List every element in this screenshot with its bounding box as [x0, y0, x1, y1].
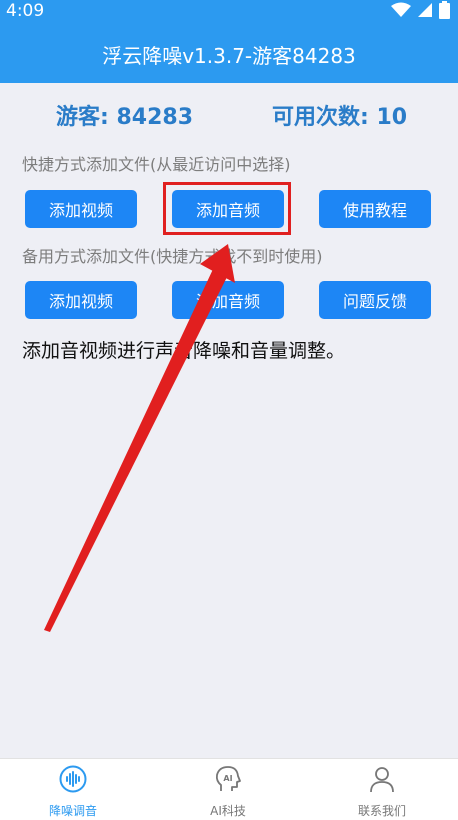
feedback-button[interactable]: 问题反馈 [319, 281, 431, 319]
remaining-uses-label: 可用次数: 10 [272, 105, 408, 130]
backup-add-video-button[interactable]: 添加视频 [25, 281, 137, 319]
nav-item-ai-tech[interactable]: AI AI科技 [168, 765, 288, 819]
waveform-icon [59, 765, 87, 797]
nav-item-denoise[interactable]: 降噪调音 [13, 765, 133, 819]
nav-label-contact: 联系我们 [357, 804, 406, 818]
bottom-navigation: 降噪调音 AI AI科技 联系我们 [0, 758, 458, 820]
nav-label-ai-tech: AI科技 [210, 804, 246, 818]
quick-add-video-button[interactable]: 添加视频 [25, 190, 137, 228]
highlight-box [163, 182, 291, 235]
app-title: 浮云降噪v1.3.7-游客84283 [102, 44, 356, 68]
svg-text:AI: AI [223, 774, 232, 783]
nav-label-denoise: 降噪调音 [48, 804, 97, 818]
nav-item-contact[interactable]: 联系我们 [322, 765, 442, 819]
quick-add-section-label: 快捷方式添加文件(从最近访问中选择) [22, 155, 291, 174]
status-icons [391, 1, 450, 23]
person-icon [368, 765, 396, 797]
backup-add-section-label: 备用方式添加文件(快捷方式找不到时使用) [22, 247, 323, 266]
battery-icon [439, 1, 450, 23]
guest-id-label: 游客: 84283 [56, 105, 193, 130]
wifi-icon [391, 2, 411, 22]
ai-head-icon: AI [214, 765, 242, 797]
app-bar: 4:09 浮云降噪v1.3.7-游客84283 [0, 0, 458, 83]
signal-icon [417, 2, 433, 22]
arrow-shaft [44, 267, 228, 632]
status-time: 4:09 [6, 1, 45, 21]
description-text: 添加音视频进行声音降噪和音量调整。 [22, 340, 346, 362]
tutorial-button[interactable]: 使用教程 [319, 190, 431, 228]
backup-add-audio-button[interactable]: 添加音频 [172, 281, 284, 319]
